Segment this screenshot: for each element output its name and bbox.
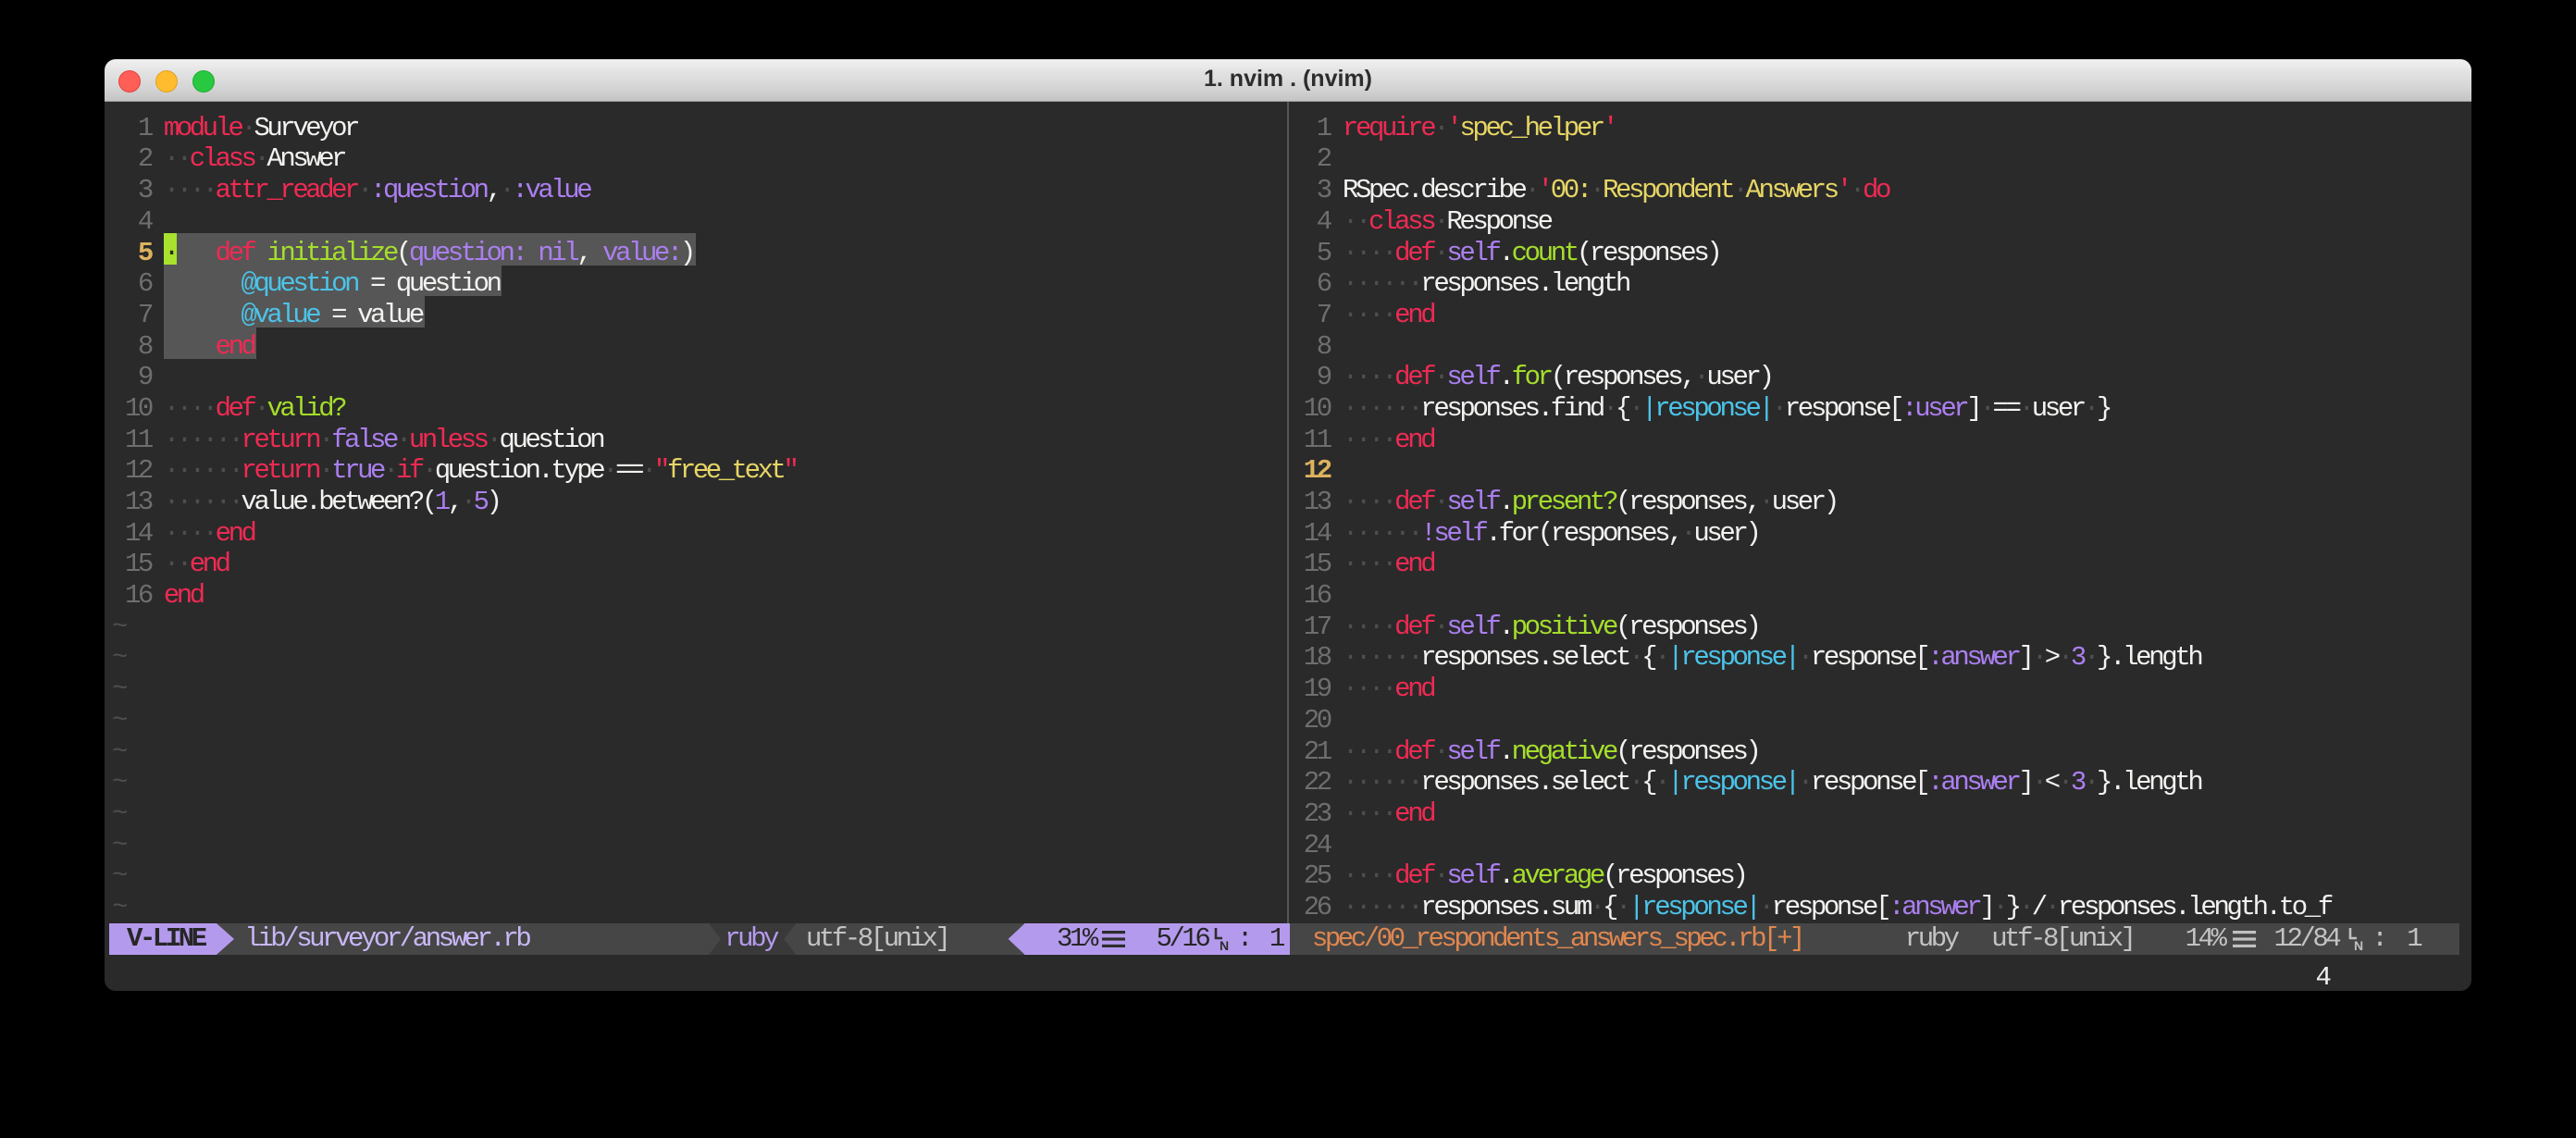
svg-text:N: N: [2354, 938, 2363, 952]
